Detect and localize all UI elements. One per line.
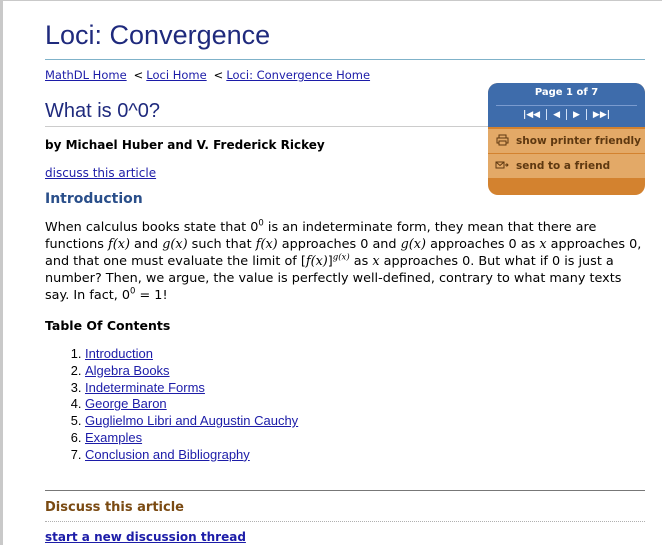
- send-to-friend-button[interactable]: send to a friend: [488, 154, 645, 178]
- intro-math: x: [372, 254, 380, 269]
- discussion-dotted-divider: [45, 521, 645, 522]
- new-discussion-thread-link[interactable]: start a new discussion thread: [45, 530, 246, 544]
- introduction-heading: Introduction: [45, 191, 143, 207]
- toc-item: George Baron: [85, 396, 298, 413]
- page-indicator: Page 1 of 7: [534, 87, 599, 98]
- left-border: [0, 0, 3, 545]
- breadcrumb: MathDL Home < Loci Home < Loci: Convergence …: [45, 68, 370, 82]
- printer-icon: [495, 134, 509, 149]
- discussion-divider: [45, 490, 645, 491]
- discussion-heading: Discuss this article: [45, 500, 184, 515]
- toc-link-algebra-books[interactable]: Algebra Books: [85, 363, 170, 378]
- toc-item: Guglielmo Libri and Augustin Cauchy: [85, 413, 298, 430]
- intro-text: approaches 0 and: [277, 237, 401, 252]
- pager-header: Page 1 of 7 |◀◀ ◀ ▶ ▶▶|: [488, 83, 645, 127]
- breadcrumb-separator: <: [133, 68, 144, 82]
- breadcrumb-mathdl-home[interactable]: MathDL Home: [45, 68, 127, 82]
- intro-math: f(x): [255, 237, 278, 252]
- toc-item: Conclusion and Bibliography: [85, 447, 298, 464]
- printer-friendly-label: show printer friendly: [516, 135, 641, 147]
- pager-controls: |◀◀ ◀ ▶ ▶▶|: [488, 109, 645, 120]
- intro-math: f(x): [108, 237, 130, 252]
- article-title-divider: [45, 126, 490, 127]
- toc-link-libri-cauchy[interactable]: Guglielmo Libri and Augustin Cauchy: [85, 413, 298, 428]
- toc-link-examples[interactable]: Examples: [85, 430, 142, 445]
- intro-text: as: [349, 254, 373, 269]
- first-page-icon[interactable]: |◀◀: [517, 110, 546, 120]
- article-tools-panel: Page 1 of 7 |◀◀ ◀ ▶ ▶▶| show printer fri…: [488, 83, 645, 195]
- previous-page-icon[interactable]: ◀: [547, 110, 566, 120]
- toc-item: Introduction: [85, 346, 298, 363]
- show-printer-friendly-button[interactable]: show printer friendly: [488, 129, 645, 153]
- article-title: What is 0^0?: [45, 100, 160, 122]
- site-title: Loci: Convergence: [45, 20, 271, 50]
- toc-link-introduction[interactable]: Introduction: [85, 346, 153, 361]
- toc-item: Indeterminate Forms: [85, 380, 298, 397]
- intro-text: and: [129, 237, 163, 252]
- intro-text: approaches 0 as: [426, 237, 540, 252]
- breadcrumb-loci-convergence-home[interactable]: Loci: Convergence Home: [226, 68, 370, 82]
- intro-math: g(x): [400, 237, 426, 252]
- table-of-contents: Introduction Algebra Books Indeterminate…: [45, 346, 298, 464]
- toc-item: Algebra Books: [85, 363, 298, 380]
- breadcrumb-separator: <: [213, 68, 224, 82]
- last-page-icon[interactable]: ▶▶|: [587, 110, 616, 120]
- intro-text: When calculus books state that 0: [45, 220, 259, 235]
- email-icon: [495, 160, 509, 173]
- send-to-friend-label: send to a friend: [516, 160, 611, 172]
- pager-divider: [496, 105, 637, 106]
- top-border: [0, 0, 662, 1]
- intro-math-superscript: g(x): [332, 252, 350, 263]
- toc-link-indeterminate-forms[interactable]: Indeterminate Forms: [85, 380, 205, 395]
- toc-link-george-baron[interactable]: George Baron: [85, 396, 167, 411]
- toc-title: Table Of Contents: [45, 318, 171, 333]
- intro-math: x: [539, 237, 547, 252]
- intro-text: such that: [187, 237, 256, 252]
- intro-math: f(x): [305, 254, 328, 269]
- next-page-icon[interactable]: ▶: [567, 110, 586, 120]
- toc-link-conclusion-bibliography[interactable]: Conclusion and Bibliography: [85, 447, 250, 462]
- introduction-paragraph: When calculus books state that 00 is an …: [45, 219, 645, 304]
- toc-item: Examples: [85, 430, 298, 447]
- intro-text: = 1!: [135, 288, 168, 303]
- discuss-article-link[interactable]: discuss this article: [45, 166, 156, 180]
- intro-math: g(x): [162, 237, 188, 252]
- title-divider: [45, 59, 645, 60]
- article-byline: by Michael Huber and V. Frederick Rickey: [45, 138, 325, 152]
- breadcrumb-loci-home[interactable]: Loci Home: [146, 68, 206, 82]
